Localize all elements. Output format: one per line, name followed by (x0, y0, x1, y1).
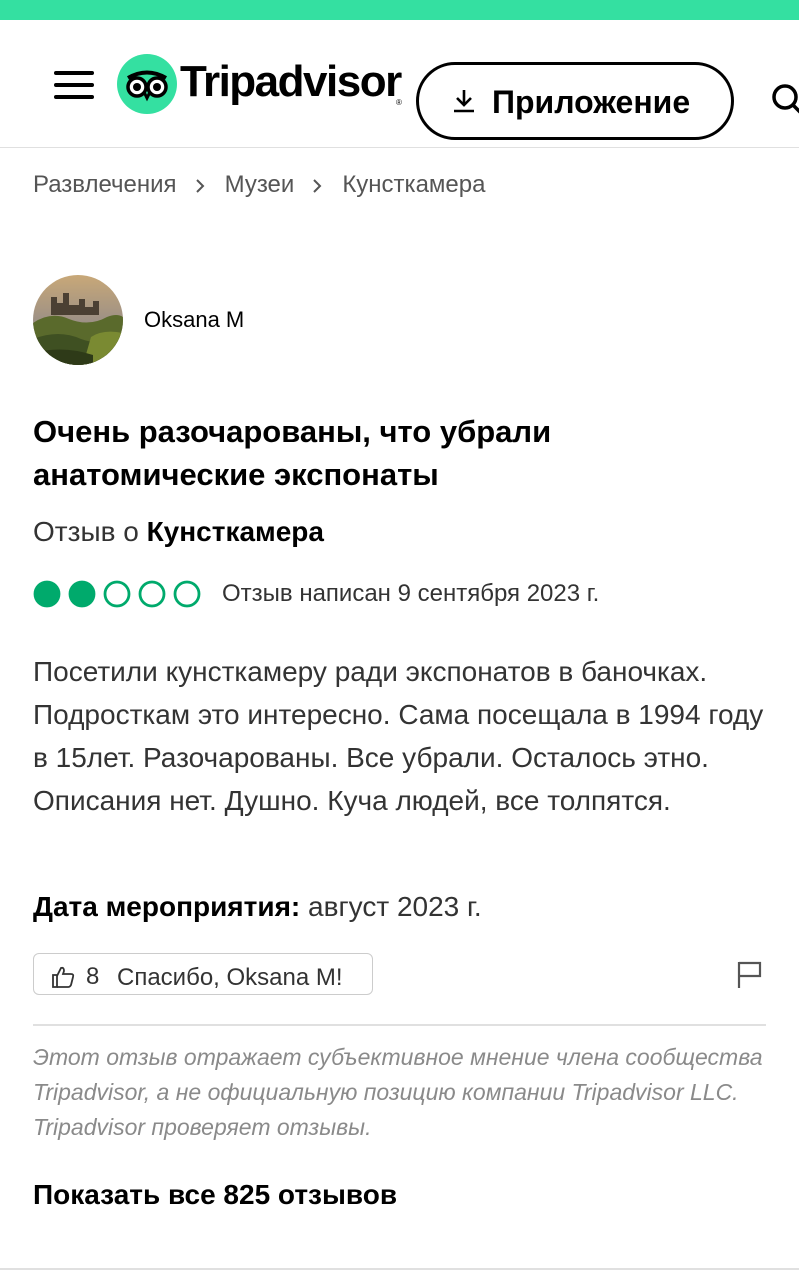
event-date-label: Дата мероприятия: (33, 891, 301, 922)
avatar[interactable] (33, 275, 123, 365)
helpful-vote-button[interactable]: 8 Спасибо, Oksana M! (33, 953, 373, 995)
thumbs-up-icon (52, 966, 75, 988)
review-of-prefix: Отзыв о (33, 516, 139, 547)
rating-bubble-1 (33, 580, 61, 608)
menu-icon[interactable] (54, 71, 94, 99)
place-name[interactable]: Кунсткамера (147, 516, 324, 547)
breadcrumb-entertainment[interactable]: Развлечения (33, 171, 177, 198)
review-written-date: Отзыв написан 9 сентября 2023 г. (222, 580, 600, 607)
rating-bubble-2 (68, 580, 96, 608)
review-title[interactable]: Очень разочарованы, что убрали анатомиче… (33, 410, 733, 496)
app-download-button[interactable]: Приложение (416, 62, 734, 140)
event-date: Дата мероприятия: август 2023 г. (33, 888, 482, 926)
trademark-symbol: ® (396, 98, 402, 107)
review-of-line: Отзыв о Кунсткамера (33, 514, 324, 550)
review-disclaimer: Этот отзыв отражает субъективное мнение … (33, 1044, 763, 1140)
helpful-count: 8 (86, 963, 100, 990)
app-button-label: Приложение (492, 84, 691, 120)
event-date-value: август 2023 г. (308, 891, 482, 922)
rating-bubble-4 (138, 580, 166, 608)
rating-bubbles (33, 578, 203, 610)
show-all-reviews-link[interactable]: Показать все 825 отзывов (33, 1176, 397, 1214)
rating-bubble-3 (103, 580, 131, 608)
review-author[interactable]: Oksana M (144, 306, 244, 334)
download-icon (454, 90, 474, 113)
rating-bubble-5 (173, 580, 201, 608)
chevron-right-icon (195, 178, 204, 193)
top-accent-strip (0, 0, 799, 20)
chevron-right-icon (313, 178, 322, 193)
site-header: Tripadvisor ® Приложение (0, 20, 799, 148)
helpful-thanks-text: Спасибо, Oksana M! (117, 964, 343, 991)
brand-name[interactable]: Tripadvisor (180, 56, 402, 108)
breadcrumb-museums[interactable]: Музеи (225, 171, 295, 198)
owl-logo-icon[interactable] (117, 54, 177, 114)
breadcrumb-kunstkamera[interactable]: Кунсткамера (342, 171, 485, 198)
breadcrumb: Развлечения Музеи Кунсткамера (33, 168, 485, 202)
section-divider (33, 1024, 766, 1026)
review-body: Посетили кунсткамеру ради экспонатов в б… (33, 656, 764, 816)
bottom-divider (0, 1268, 799, 1270)
search-icon[interactable] (768, 82, 799, 118)
flag-icon[interactable] (736, 960, 764, 990)
